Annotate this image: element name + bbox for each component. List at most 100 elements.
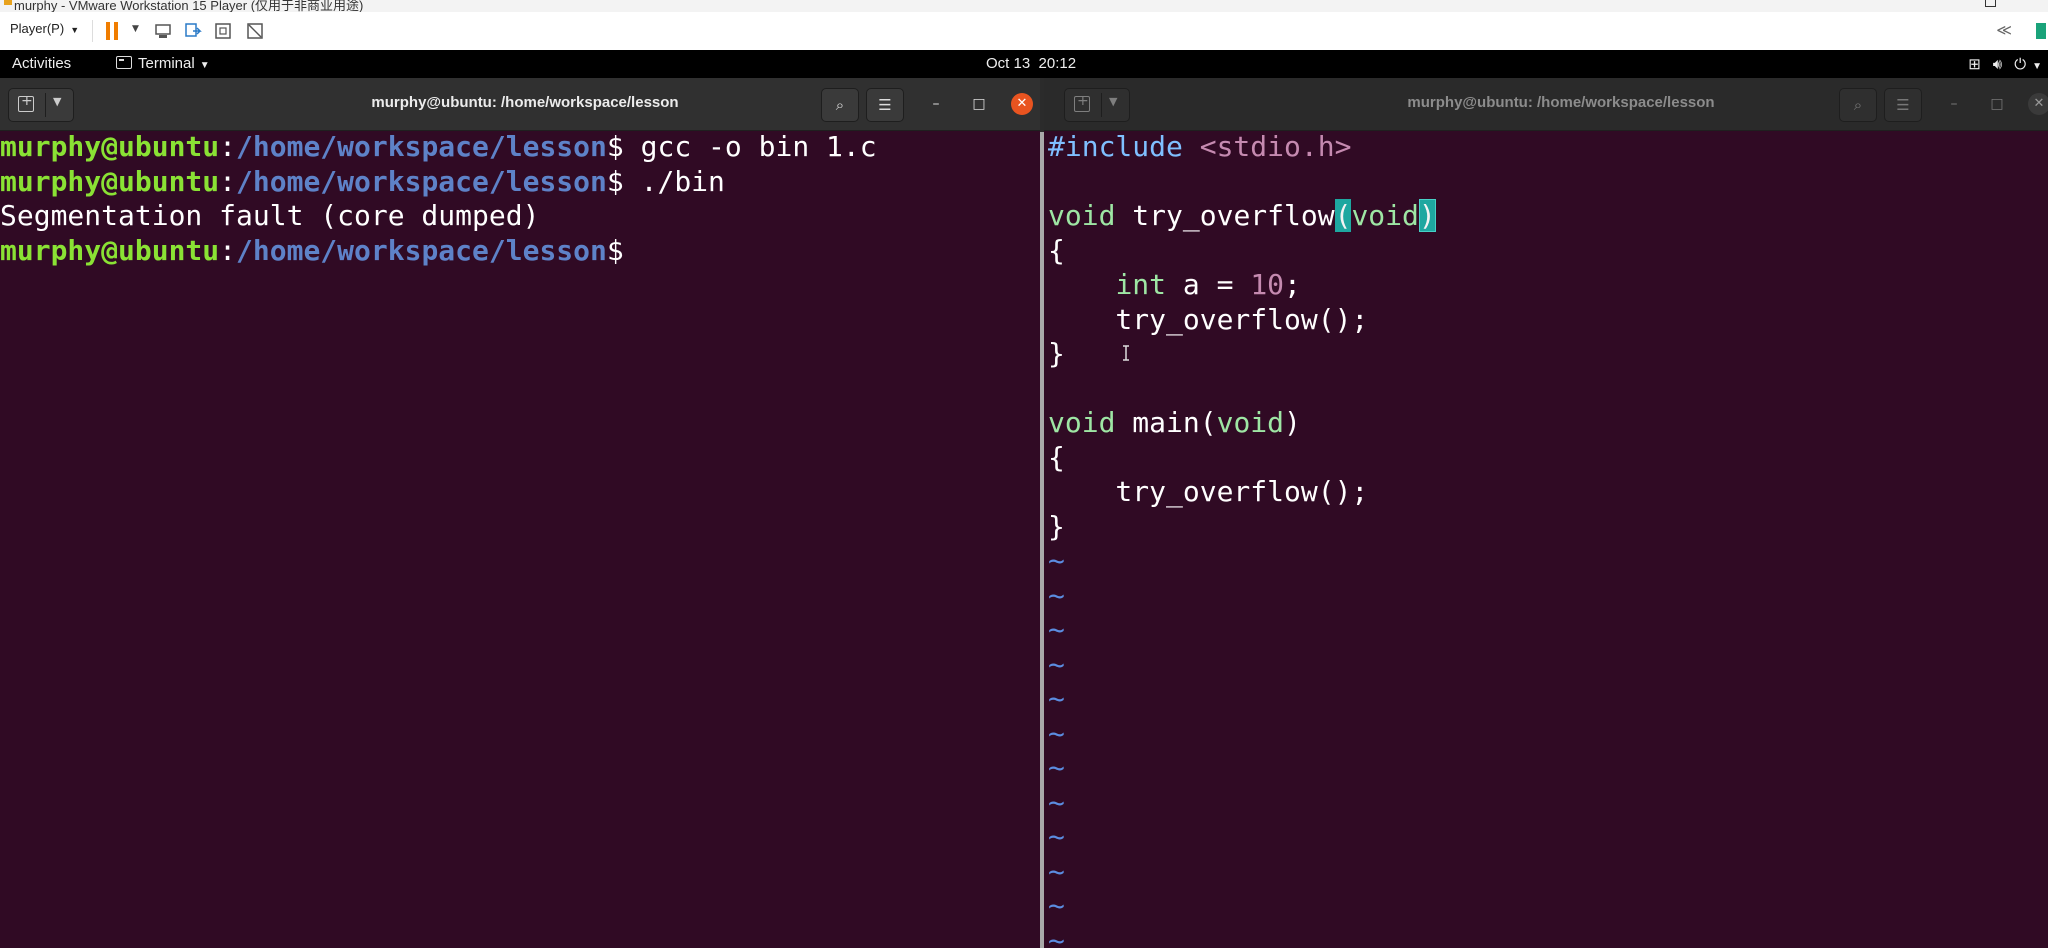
empty-line-marker: ~ <box>1048 578 1065 612</box>
code-line: { <box>1048 441 2048 476</box>
network-icon: ⊞ <box>1968 56 1981 73</box>
type-keyword: void <box>1048 406 1116 439</box>
toolbar-divider <box>92 20 93 42</box>
removable-devices-icon[interactable] <box>184 22 202 40</box>
number-literal: 10 <box>1250 268 1285 301</box>
empty-line-marker: ~ <box>1048 854 1065 888</box>
collapse-icon[interactable]: ≪ <box>1996 21 2012 39</box>
chevron-down-icon: ▼ <box>132 24 139 34</box>
chevron-down-icon: ▼ <box>199 60 210 71</box>
terminal-line: murphy@ubuntu:/home/workspace/lesson$ <box>0 234 1040 269</box>
search-icon: ⌕ <box>1853 96 1863 114</box>
brace: } <box>1048 337 1065 370</box>
empty-line-marker: ~ <box>1048 613 1065 646</box>
terminal-app-menu[interactable]: Terminal ▼ <box>116 55 210 72</box>
prompt-separator: : <box>219 164 237 198</box>
close-button[interactable]: ✕ <box>2028 93 2048 115</box>
code-line: try_overflow(); <box>1048 303 2048 338</box>
prompt-dollar: $ <box>606 130 624 163</box>
fullscreen-icon[interactable] <box>214 22 232 40</box>
include-header: <stdio.h> <box>1182 130 1352 163</box>
pause-button[interactable]: ▼ <box>106 22 139 40</box>
activities-button[interactable]: Activities <box>12 55 71 72</box>
prompt-user: murphy@ubuntu <box>0 233 220 267</box>
menu-chevron-icon: ▼ <box>2032 61 2042 72</box>
right-terminal-window: ▼ murphy@ubuntu: /home/workspace/lesson … <box>1044 78 2048 948</box>
function-call: try_overflow(); <box>1048 475 1369 508</box>
empty-line-marker: ~ <box>1048 889 1065 922</box>
empty-line-marker: ~ <box>1048 820 1065 853</box>
player-menu-button[interactable]: Player(P) ▼ <box>10 21 79 36</box>
prompt-dollar: $ <box>606 164 624 198</box>
vmware-app-icon <box>4 0 12 5</box>
function-name: try_overflow <box>1115 199 1335 232</box>
clock[interactable]: Oct 13 20:12 <box>986 55 1076 72</box>
command-text: gcc -o bin 1.c <box>623 130 877 163</box>
close-button[interactable]: ✕ <box>1011 93 1033 115</box>
empty-line-marker: ~ <box>1048 716 1065 750</box>
prompt-dollar: $ <box>606 233 624 267</box>
brace: } <box>1048 509 1065 543</box>
terminal-line: murphy@ubuntu:/home/workspace/lesson$ ./… <box>0 165 1040 200</box>
hamburger-menu-icon: ☰ <box>878 96 892 114</box>
prompt-user: murphy@ubuntu <box>0 130 220 163</box>
left-terminal-headerbar: ▼ murphy@ubuntu: /home/workspace/lesson … <box>0 78 1040 131</box>
left-terminal-output[interactable]: murphy@ubuntu:/home/workspace/lesson$ gc… <box>0 130 1040 948</box>
search-button[interactable]: ⌕ <box>821 88 859 122</box>
send-ctrl-alt-del-icon[interactable] <box>154 22 172 40</box>
brace: { <box>1048 233 1065 267</box>
maximize-button[interactable]: □ <box>969 94 989 114</box>
power-icon: ⏻ <box>2014 56 2027 73</box>
paren: ) <box>1284 406 1301 439</box>
output-text: Segmentation fault (core dumped) <box>0 199 540 232</box>
code-line: } <box>1048 337 2048 372</box>
type-keyword: void <box>1351 199 1419 232</box>
prompt-path: /home/workspace/lesson <box>236 130 607 163</box>
code-line: void try_overflow(void) <box>1048 199 2048 234</box>
cursor-paren: ) <box>1418 199 1436 232</box>
prompt-user: murphy@ubuntu <box>0 164 220 198</box>
menu-button[interactable]: ☰ <box>1884 88 1922 122</box>
pause-icon <box>106 22 110 40</box>
matched-paren: ( <box>1334 199 1352 232</box>
app-menu-label: Terminal <box>138 55 195 72</box>
minimize-button[interactable]: – <box>926 94 946 114</box>
code-line: int a = 10; <box>1048 268 2048 303</box>
close-icon: ✕ <box>1016 96 1028 111</box>
type-keyword: void <box>1048 199 1116 232</box>
player-menu-label: Player(P) <box>10 21 65 36</box>
unity-icon[interactable] <box>246 22 264 40</box>
search-icon: ⌕ <box>835 96 845 114</box>
command-text: ./bin <box>623 164 725 198</box>
restore-window-icon[interactable] <box>1985 0 1996 7</box>
empty-line-marker: ~ <box>1048 682 1065 715</box>
menu-button[interactable]: ☰ <box>866 88 904 122</box>
vmware-window-title: murphy - VMware Workstation 15 Player (仅… <box>14 0 364 12</box>
function-call: try_overflow(); <box>1048 302 1369 336</box>
function-name: main( <box>1115 406 1217 439</box>
empty-line-marker: ~ <box>1048 544 1065 577</box>
maximize-button[interactable]: □ <box>1987 94 2007 114</box>
minimize-button[interactable]: – <box>1944 94 1964 114</box>
system-tray[interactable]: ⊞ 🔊︎ ⏻ ▼ <box>1956 55 2042 73</box>
prompt-separator: : <box>219 130 237 163</box>
gnome-top-bar: Activities Terminal ▼ Oct 13 20:12 ⊞ 🔊︎ ⏻ ▼ <box>0 50 2048 78</box>
vim-editor[interactable]: #include <stdio.h> void try_overflow(voi… <box>1048 130 2048 948</box>
code-line: #include <stdio.h> <box>1048 130 2048 165</box>
terminal-icon <box>116 56 132 69</box>
pause-icon-bar <box>114 22 118 40</box>
library-icon[interactable] <box>2036 23 2046 39</box>
vmware-toolbar: Player(P) ▼ ▼ ≪ <box>0 12 2048 51</box>
prompt-path: /home/workspace/lesson <box>236 233 607 267</box>
semicolon: ; <box>1284 268 1301 301</box>
code-line: try_overflow(); <box>1048 475 2048 510</box>
code-line: void main(void) <box>1048 406 2048 441</box>
search-button[interactable]: ⌕ <box>1839 88 1877 122</box>
prompt-separator: : <box>219 233 237 267</box>
left-terminal-window: ▼ murphy@ubuntu: /home/workspace/lesson … <box>0 78 1040 948</box>
vmware-title-bar: murphy - VMware Workstation 15 Player (仅… <box>0 0 2048 12</box>
code-line: { <box>1048 234 2048 269</box>
